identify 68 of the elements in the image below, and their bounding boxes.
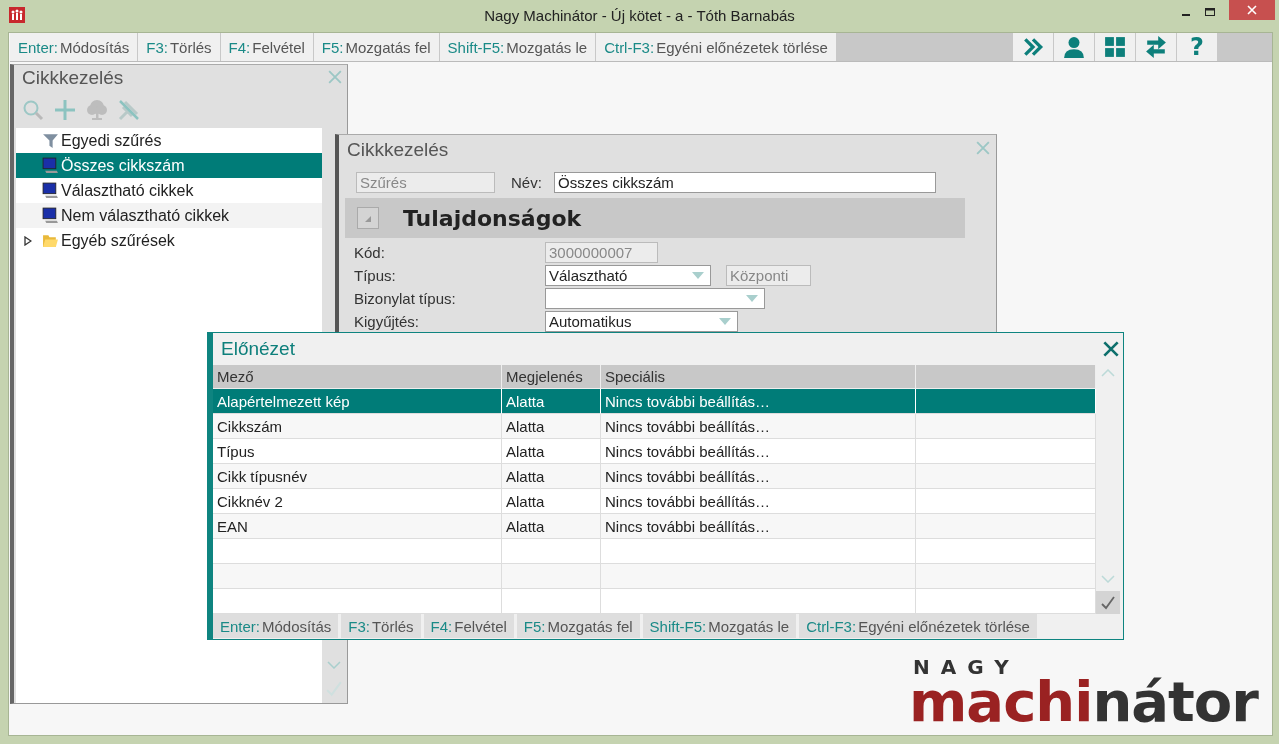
caret-icon[interactable] xyxy=(746,295,758,302)
dialog-title: Előnézet xyxy=(221,338,295,360)
panel-title: Cikkkezelés xyxy=(22,67,124,89)
tree-item[interactable]: Nem választható cikkek xyxy=(16,203,322,228)
field-label: Bizonylat típus: xyxy=(354,290,457,307)
shortcut-button[interactable]: F3:Törlés xyxy=(138,33,221,61)
help-button[interactable]: ? xyxy=(1177,33,1218,61)
table-row[interactable]: Cikknév 2 Alatta Nincs további beállítás… xyxy=(213,489,1096,514)
scroll-up-icon[interactable] xyxy=(1101,369,1115,377)
funnel-icon xyxy=(42,132,59,149)
shortcut-button[interactable]: Ctrl-F3:Egyéni előnézetek törlése xyxy=(799,614,1037,638)
folder-icon xyxy=(42,232,59,249)
pin-crossed-icon[interactable] xyxy=(118,99,140,121)
monitor-icon xyxy=(42,157,59,174)
collapse-icon[interactable] xyxy=(357,207,379,229)
grid-icon[interactable] xyxy=(1095,33,1136,61)
field-label: Név: xyxy=(511,174,543,191)
readonly-field: Központi xyxy=(726,265,811,286)
shortcut-button[interactable]: Enter:Módosítás xyxy=(10,33,139,61)
expand-arrow-icon[interactable] xyxy=(24,235,32,246)
shortcut-button[interactable]: Shift-F5:Mozgatás le xyxy=(439,33,597,61)
dropdown[interactable] xyxy=(545,288,765,309)
confirm-button[interactable] xyxy=(1096,591,1120,614)
logo: NAGY machinátor xyxy=(909,658,1258,728)
shortcut-button[interactable]: Ctrl-F3:Egyéni előnézetek törlése xyxy=(596,33,837,61)
shortcut-button[interactable]: Shift-F5:Mozgatás le xyxy=(642,614,797,638)
caret-icon[interactable] xyxy=(719,318,731,325)
shortcut-button[interactable]: F4:Felvétel xyxy=(220,33,314,61)
tree-item[interactable]: Összes cikkszám xyxy=(16,153,322,178)
table-row[interactable]: Cikkszám Alatta Nincs további beállítás… xyxy=(213,414,1096,439)
forward-icon[interactable] xyxy=(1013,33,1054,61)
section-title: Tulajdonságok xyxy=(403,205,582,231)
name-field[interactable]: Összes cikkszám xyxy=(554,172,936,193)
field-label: Kigyűjtés: xyxy=(354,313,421,330)
window-title: Nagy Machinátor - Új kötet - a - Tóth Barnabás xyxy=(483,6,796,24)
check-icon[interactable] xyxy=(1101,595,1115,610)
close-icon[interactable] xyxy=(1103,341,1119,357)
shortcut-button[interactable]: F4:Felvétel xyxy=(423,614,514,638)
scroll-down-icon[interactable] xyxy=(1101,575,1115,583)
tree-item[interactable]: Egyéb szűrések xyxy=(16,228,322,253)
dropdown[interactable]: Választható xyxy=(545,265,711,286)
close-button[interactable] xyxy=(1229,0,1275,20)
shortcut-button[interactable]: F5:Mozgatás fel xyxy=(516,614,640,638)
monitor-icon xyxy=(42,207,59,224)
maximize-icon[interactable] xyxy=(1205,7,1215,17)
tree-icon[interactable] xyxy=(86,99,108,121)
field-label: Típus: xyxy=(354,267,397,284)
monitor-icon xyxy=(42,182,59,199)
table-row[interactable]: Típus Alatta Nincs további beállítás… xyxy=(213,439,1096,464)
app-icon xyxy=(9,7,25,23)
swap-icon[interactable] xyxy=(1136,33,1177,61)
caret-icon[interactable] xyxy=(692,272,704,279)
dropdown[interactable]: Automatikus xyxy=(545,311,738,332)
plus-icon[interactable] xyxy=(54,99,76,121)
shortcut-button[interactable]: F3:Törlés xyxy=(341,614,421,638)
shortcut-button[interactable]: Enter:Módosítás xyxy=(213,614,339,638)
search-icon[interactable] xyxy=(22,99,44,121)
code-field: 3000000007 xyxy=(545,242,658,263)
table-row[interactable]: Cikk típusnév Alatta Nincs további beállítás… xyxy=(213,464,1096,489)
shortcut-button[interactable]: F5:Mozgatás fel xyxy=(313,33,440,61)
user-icon[interactable] xyxy=(1054,33,1095,61)
table-row[interactable]: Alapértelmezett kép Alatta Nincs további beállítás… xyxy=(213,389,1096,414)
scroll-down-icon[interactable] xyxy=(327,661,341,669)
tree-item[interactable]: Választható cikkek xyxy=(16,178,322,203)
dialog-title: Cikkkezelés xyxy=(347,139,449,161)
table-row[interactable]: EAN Alatta Nincs további beállítás… xyxy=(213,514,1096,539)
tree-item[interactable]: Egyedi szűrés xyxy=(16,128,322,153)
field-label: Kód: xyxy=(354,244,386,261)
